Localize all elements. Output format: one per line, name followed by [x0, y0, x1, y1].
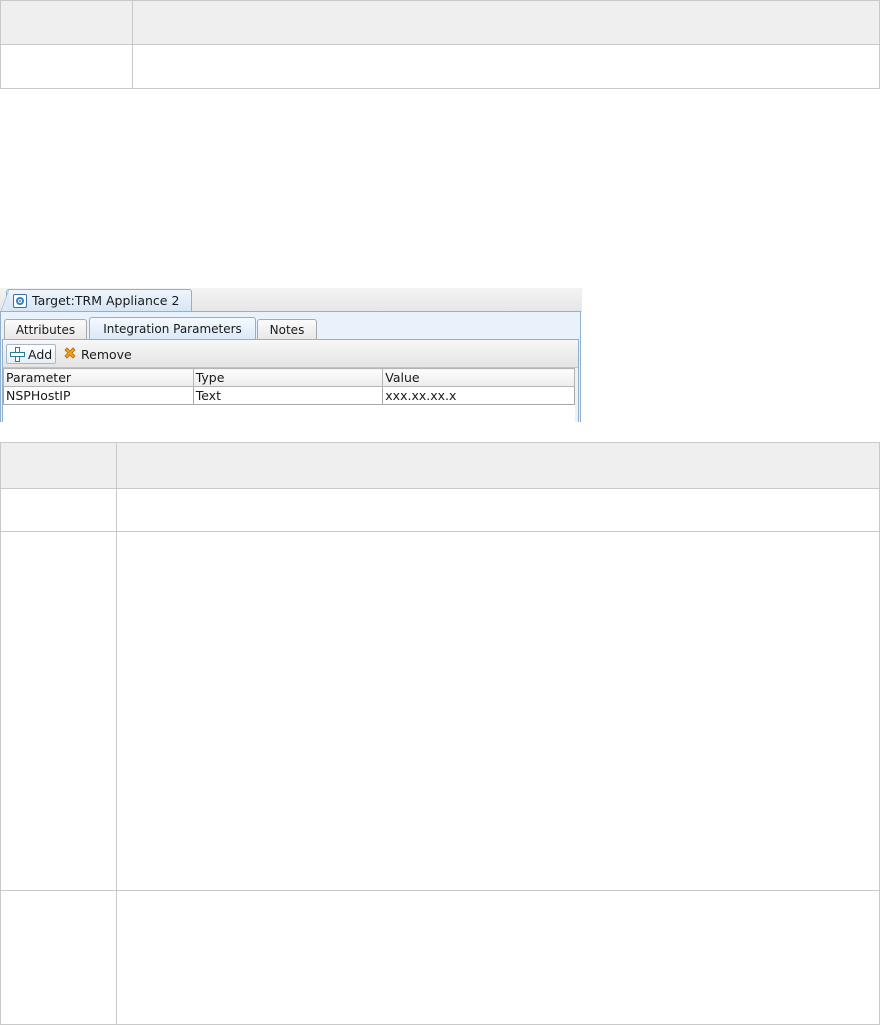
window-tab-label: Target:TRM Appliance 2	[32, 293, 180, 308]
top-doc-table	[0, 0, 880, 89]
window-tab-target[interactable]: Target:TRM Appliance 2	[1, 289, 192, 312]
bottom-table-row-2-cell-1	[0, 531, 117, 891]
window-tab-bar: Target:TRM Appliance 2	[0, 288, 582, 312]
tab-attributes[interactable]: Attributes	[4, 319, 87, 339]
x-icon	[64, 347, 76, 359]
top-table-header-cell-1	[0, 0, 133, 45]
top-table-header-cell-2	[132, 0, 880, 45]
app-screenshot: Target:TRM Appliance 2 Attributes Integr…	[0, 288, 582, 422]
parameters-toolbar: Add Remove	[3, 340, 578, 368]
bottom-table-header-row	[0, 442, 880, 489]
add-button[interactable]: Add	[6, 344, 57, 364]
remove-button-label: Remove	[81, 346, 132, 362]
cell-type[interactable]: Text	[192, 386, 384, 405]
bottom-table-header-cell-2	[116, 442, 880, 489]
cell-parameter[interactable]: NSPHostIP	[3, 386, 194, 405]
top-table-row	[0, 44, 880, 89]
top-table-cell-2	[132, 44, 880, 89]
bottom-table-row-3-cell-2	[116, 890, 880, 1025]
bottom-table-row-3	[0, 890, 880, 1025]
grid-scroll-edge	[575, 368, 578, 422]
bottom-table-row-2-cell-2	[116, 531, 880, 891]
top-table-header-row	[0, 0, 880, 45]
integration-parameters-content: Add Remove Parameter Type Value NSPHostI…	[2, 339, 579, 422]
target-panel: Attributes Integration Parameters Notes …	[0, 311, 581, 422]
bottom-table-header-cell-1	[0, 442, 117, 489]
cell-value[interactable]: xxx.xx.xx.x	[382, 386, 575, 405]
inner-tab-bar: Attributes Integration Parameters Notes	[1, 317, 580, 339]
parameters-grid: Parameter Type Value NSPHostIP Text xxx.…	[3, 368, 575, 405]
bottom-table-row-2	[0, 531, 880, 891]
column-header-value[interactable]: Value	[382, 368, 575, 387]
tab-integration-parameters[interactable]: Integration Parameters	[89, 317, 256, 339]
target-icon	[13, 293, 27, 308]
bottom-table-row-3-cell-1	[0, 890, 117, 1025]
remove-button[interactable]: Remove	[59, 344, 135, 364]
bottom-doc-table	[0, 442, 880, 1025]
add-button-label: Add	[28, 346, 53, 362]
column-header-type[interactable]: Type	[192, 368, 384, 387]
bottom-table-row-1	[0, 488, 880, 532]
grid-header-row: Parameter Type Value	[3, 368, 575, 387]
bottom-table-row-1-cell-2	[116, 488, 880, 532]
column-header-parameter[interactable]: Parameter	[3, 368, 194, 387]
tab-slant-decoration	[1, 290, 9, 312]
top-table-cell-1	[0, 44, 133, 89]
tab-notes[interactable]: Notes	[257, 319, 317, 339]
table-row[interactable]: NSPHostIP Text xxx.xx.xx.x	[3, 386, 575, 405]
plus-icon	[10, 346, 25, 362]
bottom-table-row-1-cell-1	[0, 488, 117, 532]
